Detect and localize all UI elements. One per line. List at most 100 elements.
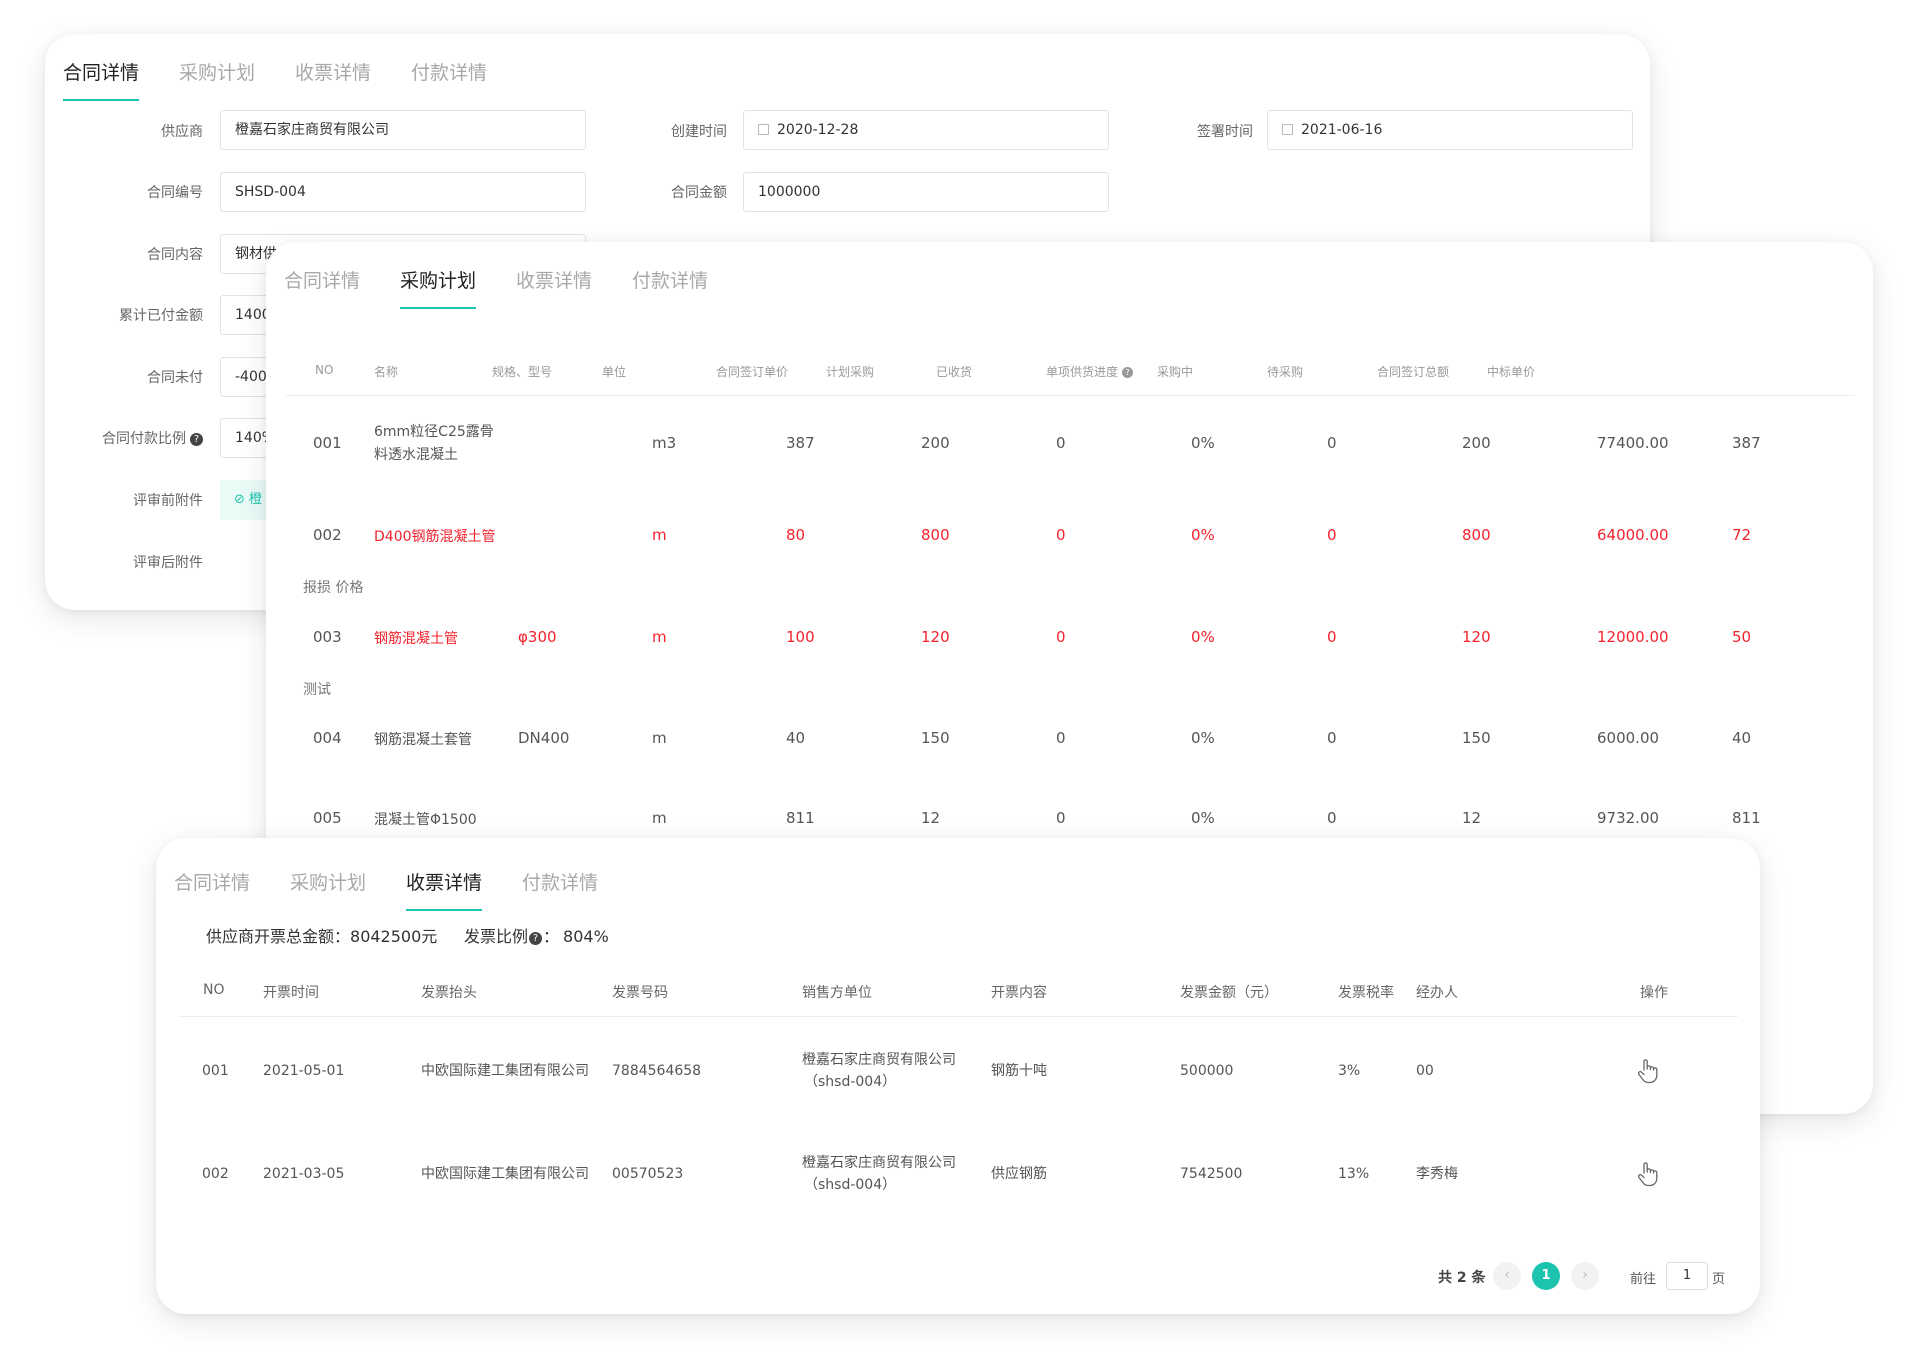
help-icon[interactable]: ? [529,932,543,945]
plan-table-header: NO 名称 规格、型号 单位 合同签订单价 计划采购 已收货 单项供货进度? 采… [286,348,1855,396]
row-bid: 811 [1732,809,1761,827]
row-name: 混凝土管Φ1500 [374,812,477,828]
tab-invoice-detail[interactable]: 收票详情 [406,868,483,911]
row-spec: φ300 [518,628,557,646]
payment-ratio-label: 合同付款比例? [45,428,203,448]
row-unit: m [652,526,667,544]
hand-pointer-icon[interactable] [1636,1058,1660,1084]
row-pending: 120 [1462,628,1491,646]
tab-payment-detail[interactable]: 付款详情 [522,868,598,911]
invoice-table-header: NO 开票时间 发票抬头 发票号码 销售方单位 开票内容 发票金额（元） 发票税… [178,967,1738,1017]
contract-code-label: 合同编号 [147,185,203,201]
row-buying: 0 [1327,628,1337,646]
calendar-icon [758,124,769,135]
row-no: 001 [313,434,342,452]
row-no: 005 [313,809,342,827]
row-price: 100 [786,628,815,646]
tab-purchase-plan[interactable]: 采购计划 [179,58,255,101]
tab-payment-detail[interactable]: 付款详情 [632,266,708,309]
row-progress: 0% [1191,729,1215,747]
paperclip-icon: ⊘ [234,492,250,507]
invoice-tabs: 合同详情 采购计划 收票详情 付款详情 [174,868,638,911]
help-icon[interactable]: ? [190,433,203,446]
row-tax: 3% [1338,1063,1361,1079]
next-page-button[interactable]: › [1571,1262,1599,1290]
row-pending: 150 [1462,729,1491,747]
contract-amount-field[interactable]: 1000000 [743,172,1109,212]
row-date: 2021-03-05 [263,1166,345,1182]
row-title: 中欧国际建工集团有限公司 [421,1063,589,1079]
row-name: D400钢筋混凝土管 [374,529,496,545]
pre-review-attachment-label: 评审前附件 [133,493,203,509]
page-suffix: 页 [1712,1272,1726,1287]
row-no: 003 [313,628,342,646]
contract-tabs: 合同详情 采购计划 收票详情 付款详情 [63,58,527,101]
row-plan: 120 [921,628,950,646]
created-time-label: 创建时间 [671,124,727,140]
group-label: 报损 价格 [303,580,364,596]
supplier-field[interactable]: 橙嘉石家庄商贸有限公司 [220,110,586,150]
plan-tabs: 合同详情 采购计划 收票详情 付款详情 [284,266,748,309]
row-bid: 40 [1732,729,1752,747]
row-progress: 0% [1191,434,1215,452]
col-name: 名称 [374,365,399,379]
page-1-button[interactable]: 1 [1532,1262,1560,1290]
row-number: 7884564658 [612,1063,702,1079]
signed-time-label: 签署时间 [1197,124,1253,140]
col-action: 操作 [1640,985,1668,1001]
col-no: NO [203,982,225,998]
col-received: 已收货 [936,365,973,379]
contract-amount-label: 合同金额 [671,185,727,201]
tab-purchase-plan[interactable]: 采购计划 [290,868,366,911]
row-buying: 0 [1327,526,1337,544]
supplier-label: 供应商 [161,124,203,140]
row-received: 0 [1056,526,1066,544]
tab-contract-detail[interactable]: 合同详情 [63,58,140,101]
row-unit: m [652,729,667,747]
contract-code-field[interactable]: SHSD-004 [220,172,586,212]
row-total: 12000.00 [1597,628,1669,646]
hand-pointer-icon[interactable] [1636,1161,1660,1187]
row-buying: 0 [1327,434,1337,452]
row-name: 6mm粒径C25露骨 料透水混凝土 [374,424,494,463]
col-invoice-content: 开票内容 [991,985,1047,1001]
row-progress: 0% [1191,809,1215,827]
row-price: 80 [786,526,806,544]
col-invoice-title: 发票抬头 [421,985,477,1001]
row-unit: m [652,809,667,827]
row-plan: 12 [921,809,941,827]
row-handler: 00 [1416,1063,1434,1079]
col-buying: 采购中 [1157,365,1194,379]
tab-invoice-detail[interactable]: 收票详情 [516,266,592,309]
row-bid: 387 [1732,434,1761,452]
col-invoice-amount: 发票金额（元） [1180,985,1278,1001]
tab-invoice-detail[interactable]: 收票详情 [295,58,371,101]
col-handler: 经办人 [1416,985,1458,1001]
row-name: 钢筋混凝土套管 [374,732,472,748]
row-buying: 0 [1327,729,1337,747]
col-tax-rate: 发票税率 [1338,985,1394,1001]
row-content: 钢筋十吨 [991,1063,1047,1079]
col-seller: 销售方单位 [802,985,872,1001]
row-progress: 0% [1191,526,1215,544]
row-seller: 橙嘉石家庄商贸有限公司 （shsd-004） [802,1052,956,1090]
pagination-total: 共 2 条 [1438,1270,1486,1286]
signed-time-field[interactable]: 2021-06-16 [1267,110,1633,150]
row-title: 中欧国际建工集团有限公司 [421,1166,589,1182]
col-no: NO [315,363,334,377]
prev-page-button[interactable]: ‹ [1493,1262,1521,1290]
tab-payment-detail[interactable]: 付款详情 [411,58,487,101]
help-icon[interactable]: ? [1122,367,1134,378]
row-bid: 72 [1732,526,1752,544]
tab-purchase-plan[interactable]: 采购计划 [400,266,477,309]
row-price: 811 [786,809,815,827]
tab-contract-detail[interactable]: 合同详情 [284,266,360,309]
row-no: 002 [313,526,342,544]
col-plan-qty: 计划采购 [826,365,875,379]
contract-content-label: 合同内容 [147,247,203,263]
row-pending: 200 [1462,434,1491,452]
goto-page-input[interactable]: 1 [1666,1262,1708,1290]
created-time-field[interactable]: 2020-12-28 [743,110,1109,150]
tab-contract-detail[interactable]: 合同详情 [174,868,250,911]
row-bid: 50 [1732,628,1752,646]
